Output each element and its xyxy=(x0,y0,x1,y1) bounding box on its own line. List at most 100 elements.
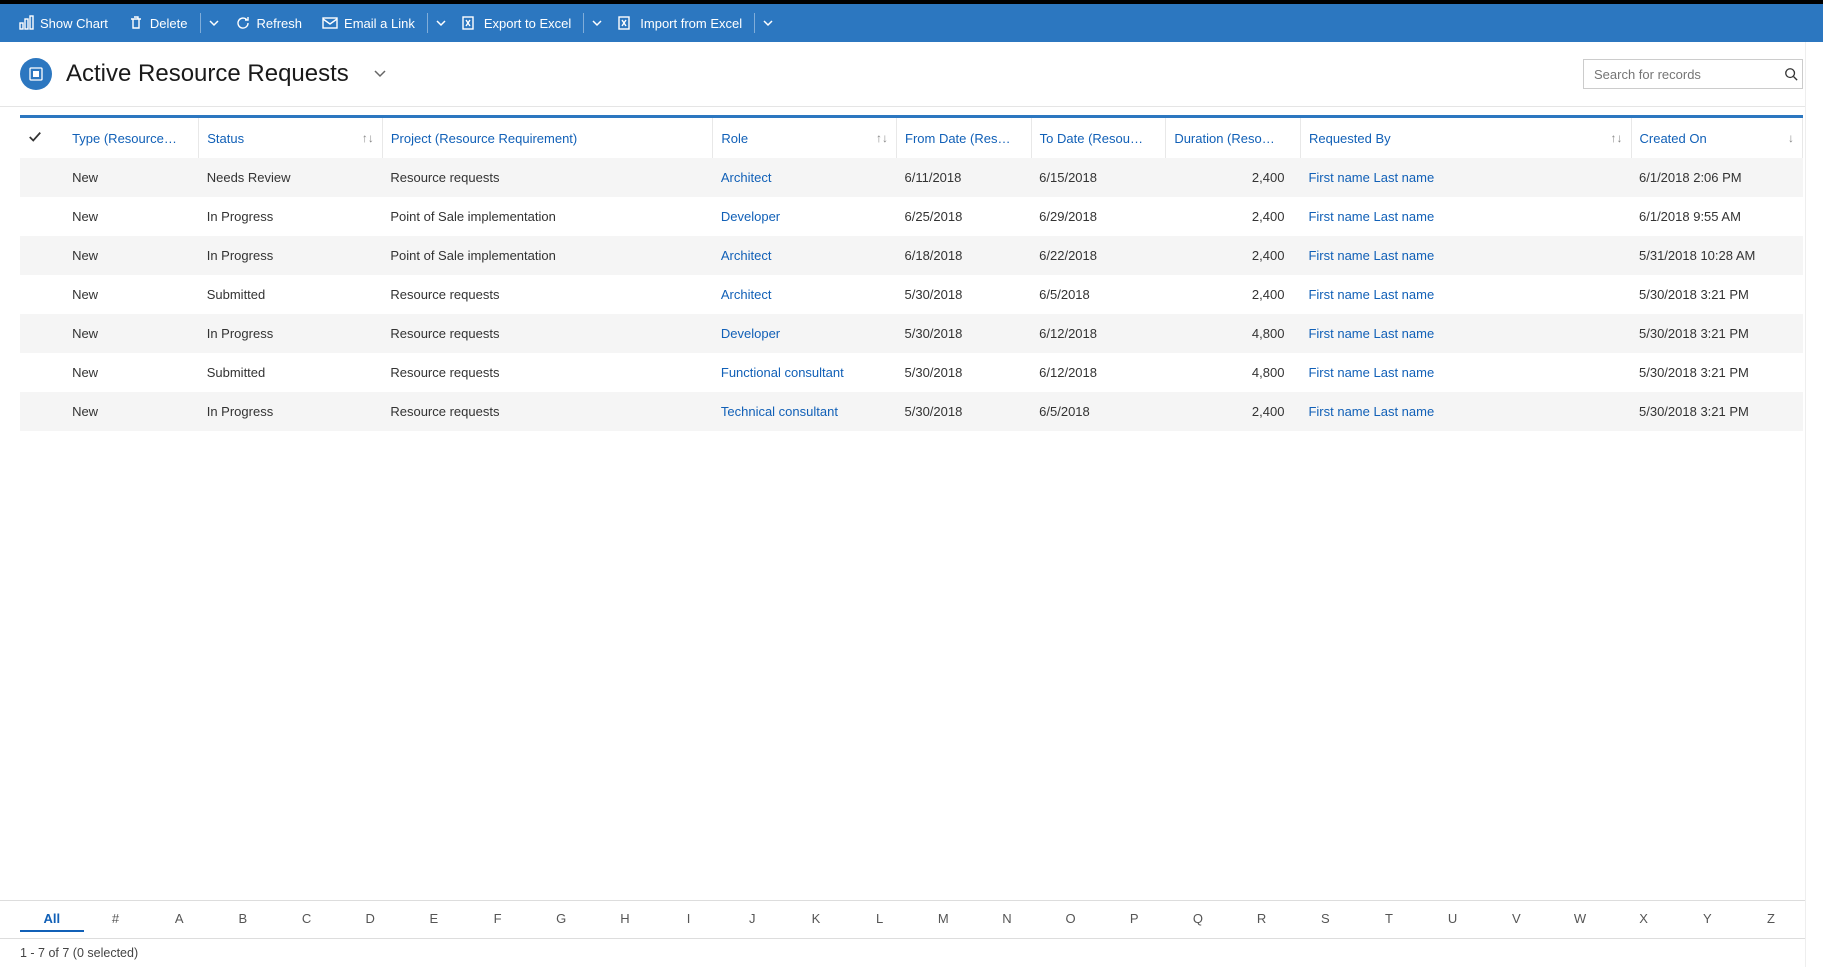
role-link[interactable]: Architect xyxy=(721,287,772,302)
alpha-filter-item[interactable]: H xyxy=(593,907,657,932)
role-link[interactable]: Architect xyxy=(721,170,772,185)
cell-role: Developer xyxy=(713,314,897,353)
alpha-filter-item[interactable]: J xyxy=(720,907,784,932)
alpha-filter-item[interactable]: S xyxy=(1293,907,1357,932)
alpha-filter-item[interactable]: C xyxy=(275,907,339,932)
role-link[interactable]: Developer xyxy=(721,326,780,341)
sort-icon: ↑↓ xyxy=(1611,131,1623,145)
requested-by-link[interactable]: First name Last name xyxy=(1308,170,1434,185)
export-excel-label: Export to Excel xyxy=(484,16,571,31)
cell-requested-by: First name Last name xyxy=(1300,197,1631,236)
delete-dropdown[interactable] xyxy=(203,4,225,42)
alpha-filter-item[interactable]: O xyxy=(1039,907,1103,932)
col-requested-by[interactable]: Requested By↑↓ xyxy=(1300,118,1631,158)
col-status[interactable]: Status↑↓ xyxy=(199,118,383,158)
alpha-filter-item[interactable]: I xyxy=(657,907,721,932)
col-type[interactable]: Type (Resource… xyxy=(64,118,199,158)
alpha-filter-item[interactable]: # xyxy=(84,907,148,932)
row-selector[interactable] xyxy=(20,197,64,236)
requested-by-link[interactable]: First name Last name xyxy=(1308,287,1434,302)
alpha-filter-item[interactable]: D xyxy=(338,907,402,932)
alpha-filter-item[interactable]: F xyxy=(466,907,530,932)
row-selector[interactable] xyxy=(20,392,64,431)
alpha-filter-item[interactable]: K xyxy=(784,907,848,932)
cell-to-date: 6/5/2018 xyxy=(1031,275,1166,314)
select-all-header[interactable] xyxy=(20,118,64,158)
alpha-filter-item[interactable]: T xyxy=(1357,907,1421,932)
requested-by-link[interactable]: First name Last name xyxy=(1308,365,1434,380)
search-box[interactable] xyxy=(1583,59,1803,89)
import-excel-dropdown[interactable] xyxy=(757,4,779,42)
alpha-filter-item[interactable]: All xyxy=(20,907,84,932)
requested-by-link[interactable]: First name Last name xyxy=(1308,248,1434,263)
search-input[interactable] xyxy=(1584,67,1780,82)
cell-status: In Progress xyxy=(199,392,383,431)
cell-project: Resource requests xyxy=(382,158,713,197)
cell-project: Resource requests xyxy=(382,353,713,392)
col-duration[interactable]: Duration (Reso… xyxy=(1166,118,1301,158)
alpha-filter-item[interactable]: Q xyxy=(1166,907,1230,932)
col-created-on[interactable]: Created On↓ xyxy=(1631,118,1803,158)
requested-by-link[interactable]: First name Last name xyxy=(1308,209,1434,224)
alpha-filter-item[interactable]: M xyxy=(911,907,975,932)
row-selector[interactable] xyxy=(20,353,64,392)
role-link[interactable]: Technical consultant xyxy=(721,404,838,419)
table-row[interactable]: New Needs Review Resource requests Archi… xyxy=(20,158,1803,197)
alpha-filter-item[interactable]: P xyxy=(1102,907,1166,932)
col-role[interactable]: Role↑↓ xyxy=(713,118,897,158)
export-excel-dropdown[interactable] xyxy=(586,4,608,42)
cell-duration: 2,400 xyxy=(1166,392,1301,431)
table-row[interactable]: New In Progress Resource requests Develo… xyxy=(20,314,1803,353)
requested-by-link[interactable]: First name Last name xyxy=(1308,404,1434,419)
email-link-button[interactable]: Email a Link xyxy=(312,4,425,42)
cell-status: In Progress xyxy=(199,236,383,275)
role-link[interactable]: Functional consultant xyxy=(721,365,844,380)
results-grid: Type (Resource… Status↑↓ Project (Resour… xyxy=(20,118,1803,431)
table-row[interactable]: New In Progress Point of Sale implementa… xyxy=(20,236,1803,275)
alpha-filter-item[interactable]: U xyxy=(1421,907,1485,932)
vertical-scrollbar[interactable] xyxy=(1805,42,1823,967)
email-link-dropdown[interactable] xyxy=(430,4,452,42)
table-row[interactable]: New Submitted Resource requests Function… xyxy=(20,353,1803,392)
alpha-filter-item[interactable]: Z xyxy=(1739,907,1803,932)
row-selector[interactable] xyxy=(20,158,64,197)
search-button[interactable] xyxy=(1780,60,1802,88)
cell-from-date: 6/25/2018 xyxy=(897,197,1032,236)
cell-role: Functional consultant xyxy=(713,353,897,392)
table-row[interactable]: New In Progress Point of Sale implementa… xyxy=(20,197,1803,236)
cell-created-on: 6/1/2018 2:06 PM xyxy=(1631,158,1803,197)
alpha-filter-item[interactable]: B xyxy=(211,907,275,932)
row-selector[interactable] xyxy=(20,314,64,353)
table-row[interactable]: New Submitted Resource requests Architec… xyxy=(20,275,1803,314)
cell-role: Architect xyxy=(713,158,897,197)
alpha-filter-item[interactable]: L xyxy=(848,907,912,932)
view-selector-chevron[interactable] xyxy=(373,66,387,83)
refresh-button[interactable]: Refresh xyxy=(225,4,313,42)
alpha-filter-item[interactable]: A xyxy=(147,907,211,932)
export-excel-button[interactable]: Export to Excel xyxy=(452,4,581,42)
delete-button[interactable]: Delete xyxy=(118,4,198,42)
role-link[interactable]: Architect xyxy=(721,248,772,263)
show-chart-button[interactable]: Show Chart xyxy=(8,4,118,42)
alpha-filter-item[interactable]: Y xyxy=(1675,907,1739,932)
alpha-filter-bar: All#ABCDEFGHIJKLMNOPQRSTUVWXYZ xyxy=(0,900,1823,939)
col-to-date[interactable]: To Date (Resou… xyxy=(1031,118,1166,158)
alpha-filter-item[interactable]: N xyxy=(975,907,1039,932)
alpha-filter-item[interactable]: V xyxy=(1484,907,1548,932)
alpha-filter-item[interactable]: E xyxy=(402,907,466,932)
alpha-filter-item[interactable]: R xyxy=(1230,907,1294,932)
alpha-filter-item[interactable]: X xyxy=(1612,907,1676,932)
row-selector[interactable] xyxy=(20,236,64,275)
import-excel-button[interactable]: Import from Excel xyxy=(608,4,752,42)
alpha-filter-item[interactable]: W xyxy=(1548,907,1612,932)
cell-from-date: 6/11/2018 xyxy=(897,158,1032,197)
cell-type: New xyxy=(64,392,199,431)
requested-by-link[interactable]: First name Last name xyxy=(1308,326,1434,341)
status-bar: 1 - 7 of 7 (0 selected) xyxy=(0,939,1823,967)
role-link[interactable]: Developer xyxy=(721,209,780,224)
col-project[interactable]: Project (Resource Requirement) xyxy=(382,118,713,158)
col-from-date[interactable]: From Date (Res… xyxy=(897,118,1032,158)
alpha-filter-item[interactable]: G xyxy=(529,907,593,932)
row-selector[interactable] xyxy=(20,275,64,314)
table-row[interactable]: New In Progress Resource requests Techni… xyxy=(20,392,1803,431)
